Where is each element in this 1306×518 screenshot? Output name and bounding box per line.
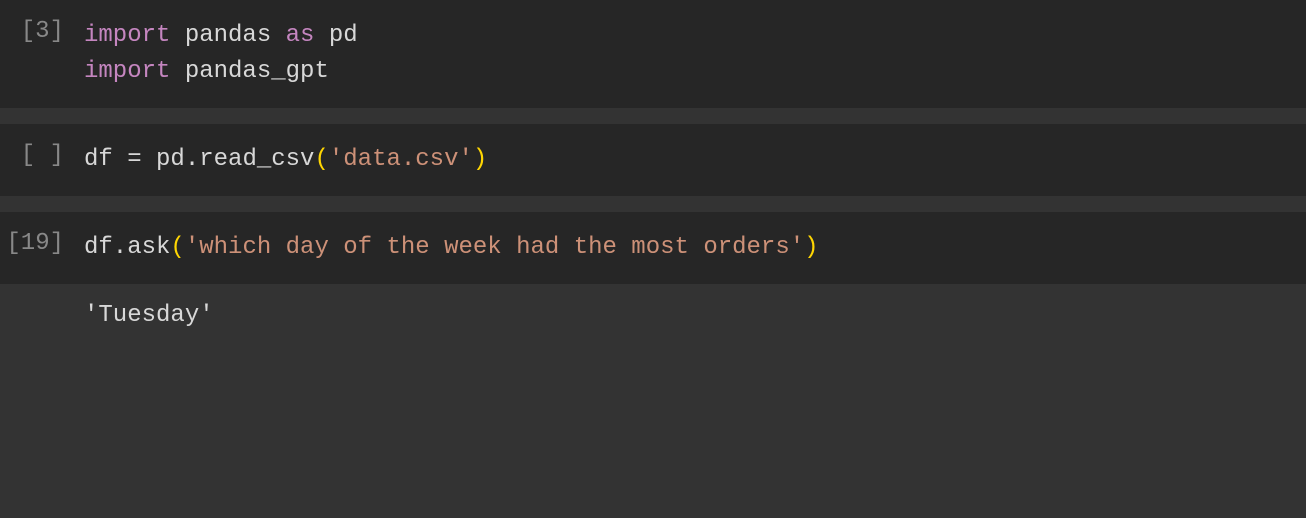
code-line: df.ask('which day of the week had the mo… [84, 230, 1294, 266]
code-cell-1[interactable]: [3] import pandas as pd import pandas_gp… [0, 0, 1306, 108]
identifier: pandas [170, 22, 285, 49]
code-line: df = pd.read_csv('data.csv') [84, 142, 1294, 178]
cell-output: 'Tuesday' [0, 284, 1306, 347]
identifier: df.ask [84, 234, 170, 261]
identifier: pandas_gpt [170, 58, 328, 85]
paren-open: ( [170, 234, 184, 261]
identifier: pd.read_csv [142, 146, 315, 173]
string-literal: 'data.csv' [329, 146, 473, 173]
string-literal: 'which day of the week had the most orde… [185, 234, 804, 261]
code-cell-2[interactable]: [ ] df = pd.read_csv('data.csv') [0, 124, 1306, 196]
cell-separator [0, 108, 1306, 124]
paren-close: ) [473, 146, 487, 173]
output-text: 'Tuesday' [78, 302, 214, 329]
execution-count: [ ] [0, 142, 78, 169]
keyword-import: import [84, 22, 170, 49]
code-editor[interactable]: import pandas as pd import pandas_gpt [78, 18, 1294, 90]
execution-count: [19] [0, 230, 78, 257]
code-line: import pandas as pd [84, 18, 1294, 54]
code-cell-3[interactable]: [19] df.ask('which day of the week had t… [0, 212, 1306, 284]
keyword-import: import [84, 58, 170, 85]
identifier: df [84, 146, 127, 173]
operator: = [127, 146, 141, 173]
keyword-as: as [286, 22, 315, 49]
identifier: pd [314, 22, 357, 49]
code-line: import pandas_gpt [84, 54, 1294, 90]
paren-open: ( [314, 146, 328, 173]
execution-count: [3] [0, 18, 78, 45]
paren-close: ) [804, 234, 818, 261]
code-editor[interactable]: df = pd.read_csv('data.csv') [78, 142, 1294, 178]
code-editor[interactable]: df.ask('which day of the week had the mo… [78, 230, 1294, 266]
cell-separator [0, 196, 1306, 212]
